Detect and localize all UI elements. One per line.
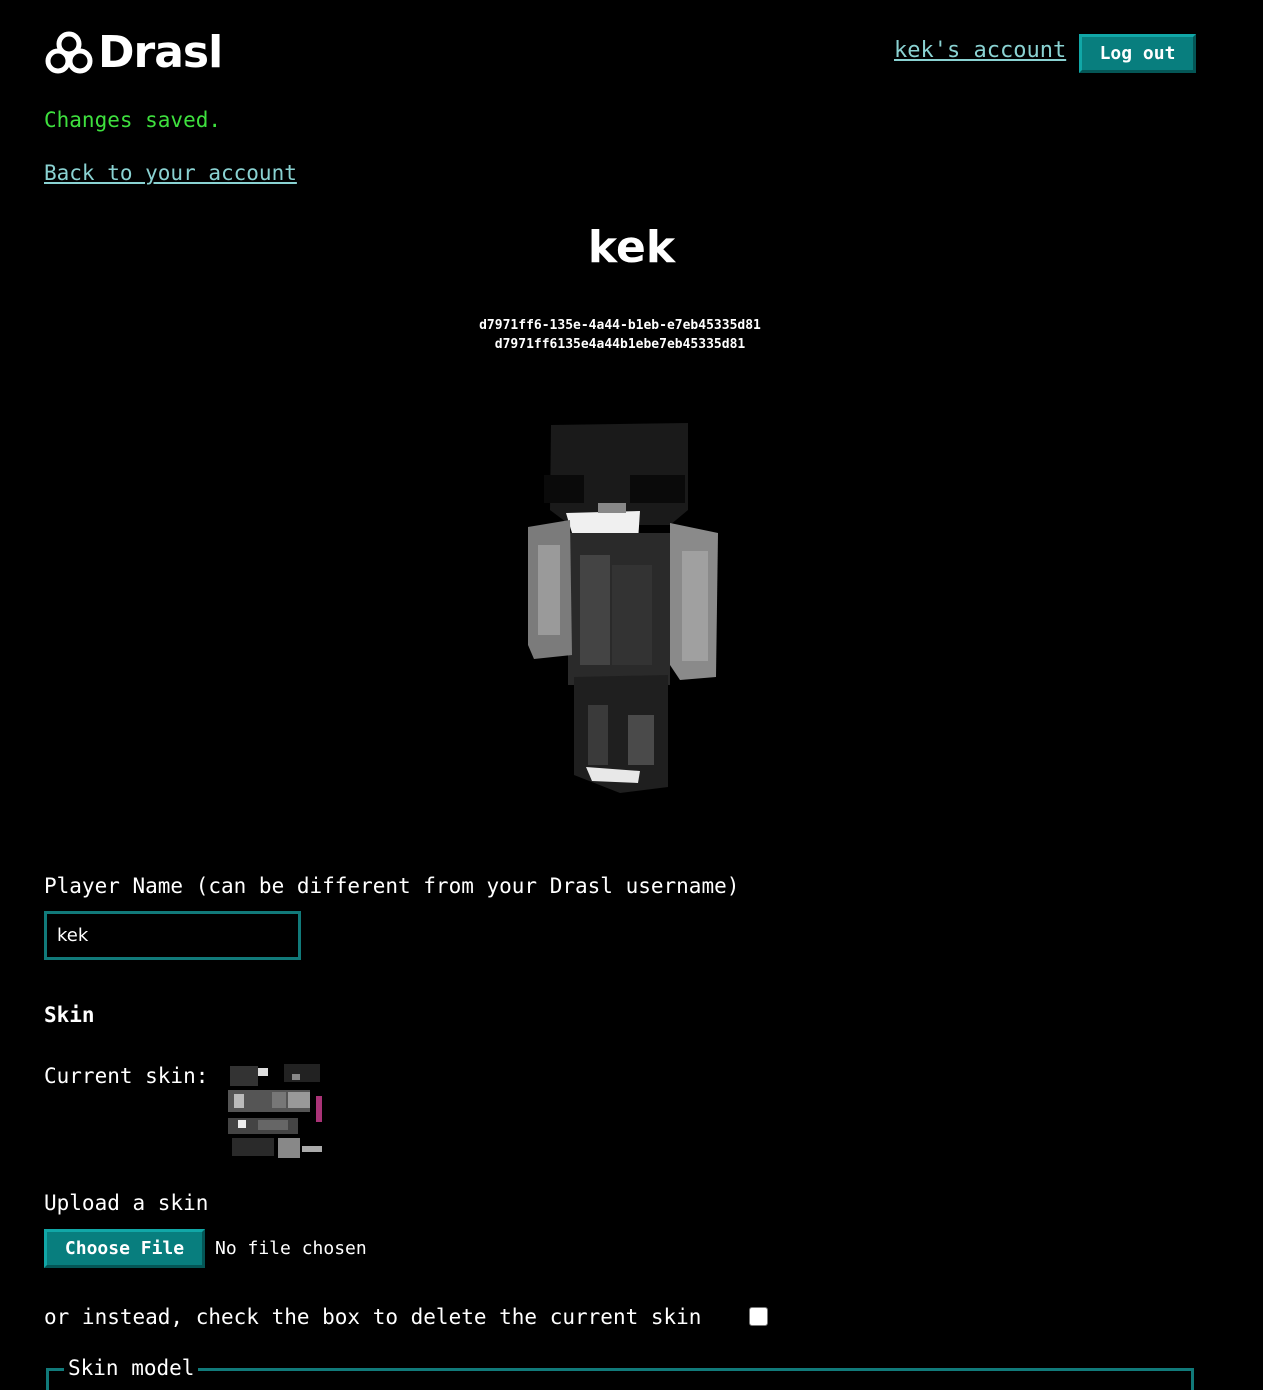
player-title: kek bbox=[587, 222, 676, 273]
current-skin-texture bbox=[228, 1062, 326, 1160]
player-uuid-plain: d7971ff6135e4a44b1ebe7eb45335d81 bbox=[494, 337, 746, 352]
choose-file-button[interactable]: Choose File bbox=[44, 1229, 205, 1268]
back-to-account-link[interactable]: Back to your account bbox=[44, 161, 297, 185]
skin-heading: Skin bbox=[44, 1003, 95, 1027]
skin-model-legend: Skin model bbox=[64, 1356, 199, 1380]
player-name-label: Player Name (can be different from your … bbox=[44, 874, 740, 898]
skin-3d-preview[interactable] bbox=[520, 415, 725, 800]
current-skin-label: Current skin: bbox=[44, 1064, 209, 1088]
upload-skin-label: Upload a skin bbox=[44, 1191, 209, 1215]
skin-model-fieldset bbox=[46, 1368, 1194, 1390]
account-link[interactable]: kek's account bbox=[894, 38, 1066, 63]
no-file-text: No file chosen bbox=[215, 1238, 367, 1259]
delete-skin-checkbox[interactable] bbox=[749, 1307, 768, 1326]
drasl-logo[interactable]: Drasl bbox=[44, 27, 223, 78]
flash-message: Changes saved. bbox=[44, 108, 222, 132]
page: Drasl kek's account Log out Changes save… bbox=[0, 0, 1263, 1390]
player-uuid-dashed: d7971ff6-135e-4a44-b1eb-e7eb45335d81 bbox=[479, 318, 761, 333]
logo-text: Drasl bbox=[98, 27, 223, 78]
logout-button[interactable]: Log out bbox=[1079, 34, 1196, 73]
player-name-input[interactable] bbox=[44, 911, 301, 960]
drasl-knot-icon bbox=[45, 31, 93, 74]
delete-skin-label: or instead, check the box to delete the … bbox=[44, 1305, 702, 1329]
